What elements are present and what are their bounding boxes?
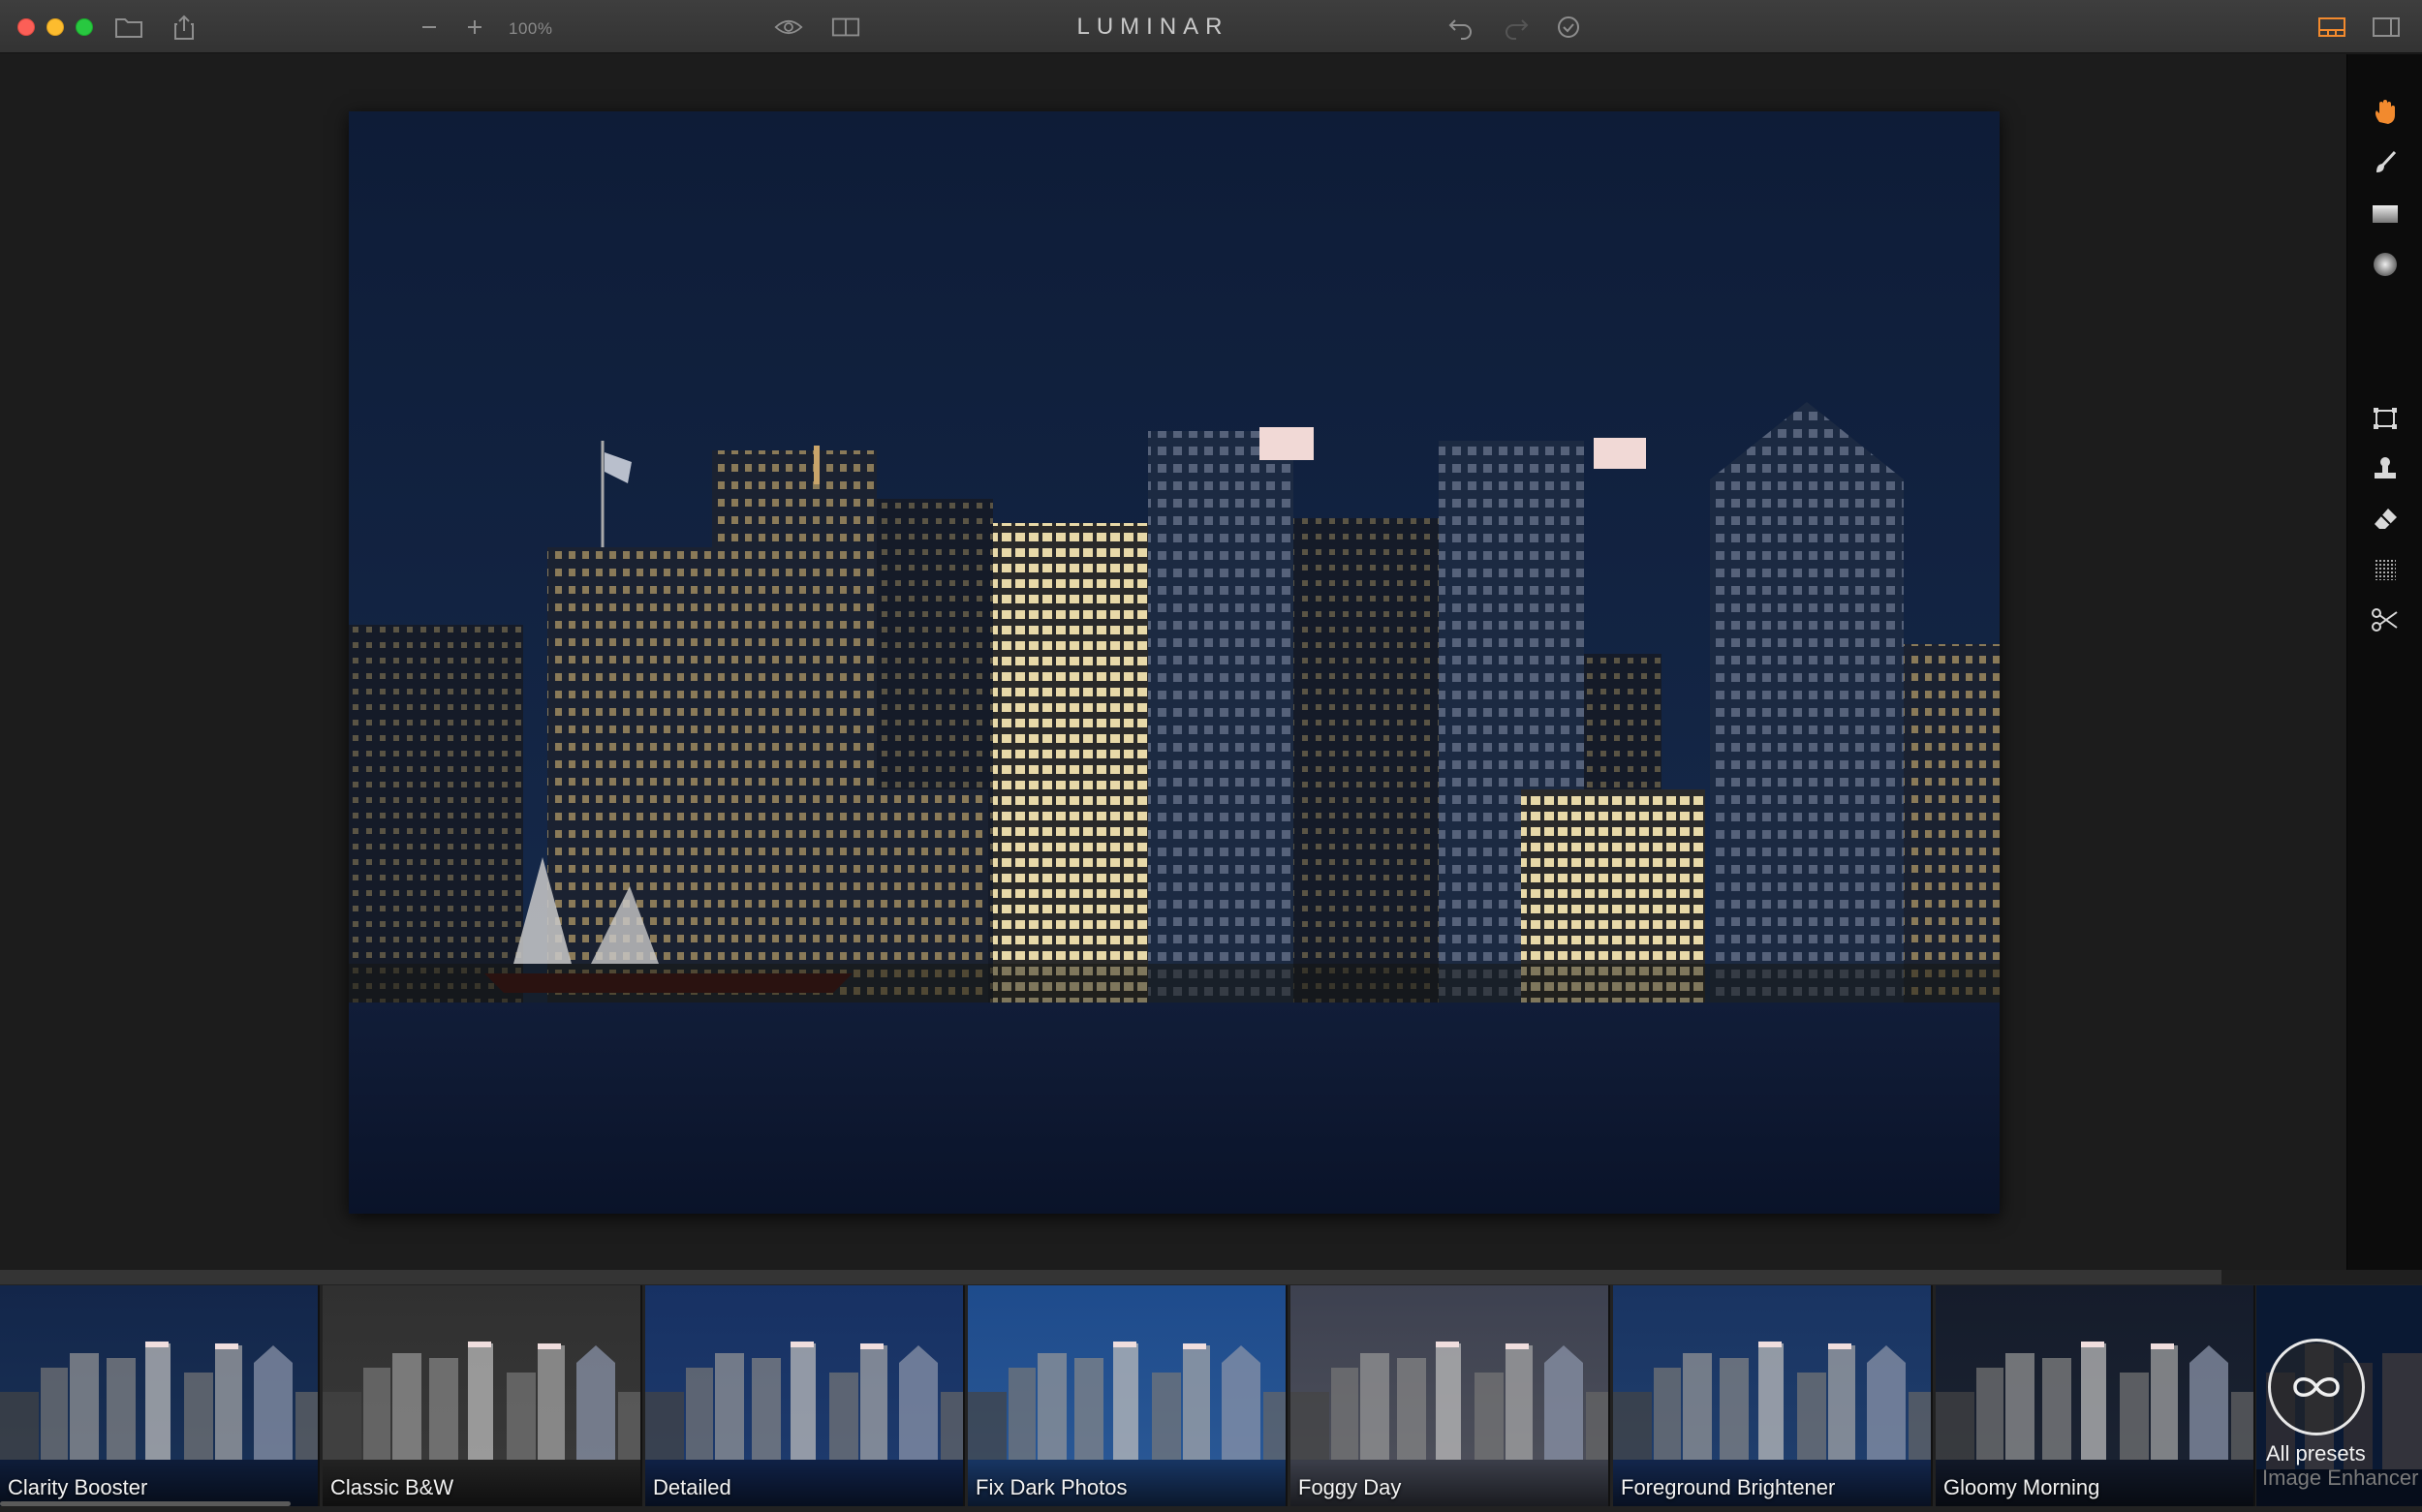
clone-stamp-tool-icon[interactable] xyxy=(2371,454,2400,483)
zoom-window-button[interactable] xyxy=(76,18,93,36)
hand-tool-icon[interactable] xyxy=(2371,98,2400,127)
preset-label: Clarity Booster xyxy=(8,1475,148,1499)
close-window-button[interactable] xyxy=(17,18,35,36)
noise-tool-icon[interactable] xyxy=(2371,555,2400,584)
filmstrip-scrollbar[interactable] xyxy=(0,1501,291,1506)
title-bar: 100% LUMINAR xyxy=(0,0,2422,53)
infinity-icon xyxy=(2268,1339,2365,1435)
erase-tool-icon[interactable] xyxy=(2371,505,2400,534)
city-skyline-photo xyxy=(349,111,2000,1214)
history-icon[interactable] xyxy=(1554,14,1583,41)
preset-label: Detailed xyxy=(653,1475,731,1499)
radial-tool-icon[interactable] xyxy=(2371,250,2400,279)
preset-item[interactable]: Foggy Day xyxy=(1290,1285,1610,1506)
preset-item[interactable]: Clarity Booster xyxy=(0,1285,320,1506)
preset-item[interactable]: Gloomy Morning xyxy=(1936,1285,2255,1506)
preset-item[interactable]: Classic B&W xyxy=(323,1285,642,1506)
share-icon[interactable] xyxy=(170,14,199,41)
gradient-tool-icon[interactable] xyxy=(2371,200,2400,229)
all-presets-button[interactable]: All presets Image Enhancer xyxy=(2256,1285,2422,1506)
minimize-window-button[interactable] xyxy=(47,18,64,36)
eye-preview-icon[interactable] xyxy=(774,14,803,41)
preset-item[interactable]: Detailed xyxy=(645,1285,965,1506)
photo-preview[interactable] xyxy=(349,111,2000,1214)
preset-label: Foggy Day xyxy=(1298,1475,1402,1499)
filmstrip-header xyxy=(0,1270,2422,1284)
redo-icon[interactable] xyxy=(1502,14,1531,41)
zoom-in-icon[interactable] xyxy=(460,14,489,41)
next-preset-label: Image Enhancer xyxy=(2262,1466,2419,1490)
image-canvas[interactable] xyxy=(0,54,2346,1270)
zoom-level[interactable]: 100% xyxy=(509,19,552,39)
layout-filmstrip-icon[interactable] xyxy=(2317,14,2346,41)
compare-split-icon[interactable] xyxy=(831,14,860,41)
tools-sidebar xyxy=(2346,54,2422,1270)
preset-label: Foreground Brightener xyxy=(1621,1475,1836,1499)
folder-icon[interactable] xyxy=(114,14,143,41)
zoom-out-icon[interactable] xyxy=(415,14,444,41)
app-title: LUMINAR xyxy=(1076,14,1229,40)
cut-tool-icon[interactable] xyxy=(2371,605,2400,634)
crop-tool-icon[interactable] xyxy=(2371,404,2400,433)
preset-item[interactable]: Fix Dark Photos xyxy=(968,1285,1288,1506)
all-presets-label: All presets xyxy=(2266,1441,2366,1466)
layout-sidepanel-icon[interactable] xyxy=(2372,14,2401,41)
brush-tool-icon[interactable] xyxy=(2371,148,2400,177)
preset-item[interactable]: Foreground Brightener xyxy=(1613,1285,1933,1506)
preset-label: Gloomy Morning xyxy=(1943,1475,2100,1499)
preset-label: Fix Dark Photos xyxy=(976,1475,1128,1499)
presets-filmstrip: Clarity Booster Classic B&W Detailed Fix… xyxy=(0,1270,2422,1512)
undo-icon[interactable] xyxy=(1446,14,1475,41)
preset-label: Classic B&W xyxy=(330,1475,454,1499)
